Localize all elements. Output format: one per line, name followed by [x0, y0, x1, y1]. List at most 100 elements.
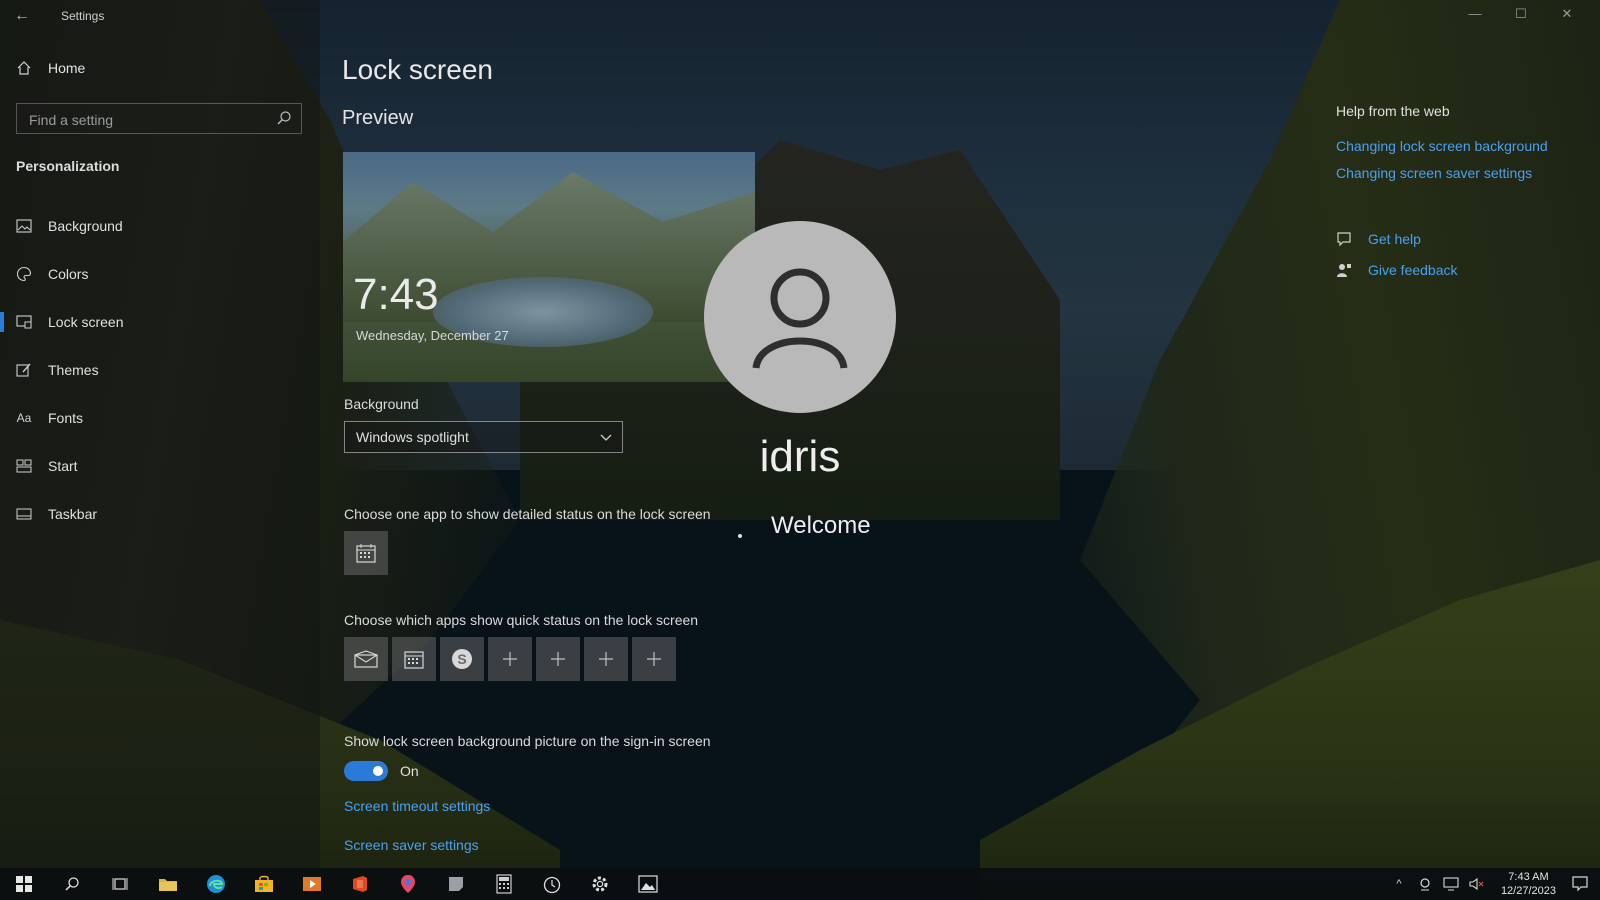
sidebar-item-lock-screen[interactable]: Lock screen: [0, 298, 320, 346]
sidebar-item-taskbar[interactable]: Taskbar: [0, 490, 320, 538]
folder-icon: [159, 879, 177, 891]
settings-app-button[interactable]: [576, 868, 624, 900]
image-icon: [16, 218, 32, 234]
plus-icon: [599, 652, 613, 666]
get-help-link[interactable]: Get help: [1368, 231, 1421, 247]
home-nav-item[interactable]: Home: [16, 60, 85, 76]
sidebar-item-label: Colors: [48, 266, 89, 282]
system-tray: ^ 7:43 AM 12/27/2023: [1391, 868, 1600, 900]
screen-timeout-link[interactable]: Screen timeout settings: [344, 798, 490, 814]
chevron-up-icon[interactable]: ^: [1391, 876, 1407, 892]
store-button[interactable]: [240, 868, 288, 900]
search-icon: [65, 877, 79, 891]
plus-icon: [647, 652, 661, 666]
office-button[interactable]: [336, 868, 384, 900]
media-app-button[interactable]: [288, 868, 336, 900]
home-icon: [17, 61, 31, 75]
font-icon: Aa: [16, 411, 32, 425]
alarms-clock-button[interactable]: [528, 868, 576, 900]
edge-button[interactable]: [192, 868, 240, 900]
calculator-button[interactable]: [480, 868, 528, 900]
chevron-down-icon: [600, 434, 612, 441]
help-link-lock-background[interactable]: Changing lock screen background: [1336, 138, 1548, 154]
sidebar-item-background[interactable]: Background: [0, 202, 320, 250]
clock-time: 7:43 AM: [1508, 871, 1549, 883]
close-button[interactable]: ✕: [1556, 6, 1578, 22]
quick-status-add-button[interactable]: [584, 637, 628, 681]
give-feedback-item[interactable]: Give feedback: [1336, 262, 1458, 278]
task-view-button[interactable]: [96, 868, 144, 900]
taskbar-clock[interactable]: 7:43 AM 12/27/2023: [1501, 870, 1556, 898]
quick-status-add-button[interactable]: [488, 637, 532, 681]
get-help-item[interactable]: Get help: [1336, 231, 1421, 247]
maximize-button[interactable]: ☐: [1510, 6, 1532, 22]
volume-muted-icon[interactable]: [1469, 876, 1485, 892]
mail-icon: [354, 650, 378, 668]
alarm-clock-icon: [543, 876, 561, 894]
sidebar-item-start[interactable]: Start: [0, 442, 320, 490]
store-bag-icon: [255, 875, 273, 892]
palette-icon: [16, 266, 32, 282]
screen-saver-link[interactable]: Screen saver settings: [344, 837, 479, 853]
user-icon: [752, 268, 848, 369]
user-avatar: [704, 221, 896, 413]
start-button[interactable]: [0, 868, 48, 900]
quick-status-add-button[interactable]: [632, 637, 676, 681]
username: idris: [759, 432, 841, 481]
feedback-icon: [1337, 264, 1351, 277]
quick-status-skype-button[interactable]: S: [440, 637, 484, 681]
sidebar-item-colors[interactable]: Colors: [0, 250, 320, 298]
windows-logo-icon: [16, 876, 32, 892]
preview-time: 7:43: [353, 270, 439, 319]
welcome-message: Welcome: [771, 512, 871, 539]
quick-status-add-button[interactable]: [536, 637, 580, 681]
window-title: Settings: [61, 9, 105, 23]
media-player-icon: [303, 877, 321, 891]
photos-button[interactable]: [624, 868, 672, 900]
start-icon: [16, 458, 32, 474]
file-explorer-button[interactable]: [144, 868, 192, 900]
search-button[interactable]: [48, 868, 96, 900]
sidebar-item-label: Lock screen: [48, 314, 124, 330]
network-icon[interactable]: [1443, 876, 1459, 892]
webcam-icon[interactable]: [1417, 876, 1433, 892]
detailed-status-label: Choose one app to show detailed status o…: [344, 506, 711, 522]
signin-background-toggle[interactable]: [344, 761, 388, 781]
search-icon[interactable]: [276, 110, 292, 126]
detailed-status-app-button[interactable]: [344, 531, 388, 575]
office-icon: [353, 876, 367, 892]
skype-icon: S: [452, 649, 472, 669]
title-bar: ← Settings — ☐ ✕: [0, 0, 1600, 32]
calendar-icon: [356, 544, 376, 563]
notification-center-icon[interactable]: [1572, 876, 1588, 892]
minimize-button[interactable]: —: [1464, 6, 1486, 22]
task-view-icon: [112, 878, 128, 890]
home-label: Home: [48, 60, 86, 76]
back-arrow-icon[interactable]: ←: [14, 6, 34, 26]
taskbar-pinned: [0, 868, 672, 900]
map-pin-icon: [401, 875, 415, 893]
lock-screen-preview: [343, 152, 755, 382]
page-title: Lock screen: [342, 54, 493, 85]
toggle-knob: [373, 766, 383, 776]
sidebar-item-label: Background: [48, 218, 123, 234]
help-link-screen-saver[interactable]: Changing screen saver settings: [1336, 165, 1532, 181]
taskbar: ^ 7:43 AM 12/27/2023: [0, 868, 1600, 900]
background-dropdown[interactable]: Windows spotlight: [344, 421, 623, 453]
gear-icon: [592, 876, 608, 892]
help-heading: Help from the web: [1336, 103, 1450, 119]
svg-text:S: S: [457, 651, 466, 667]
sticky-notes-button[interactable]: [432, 868, 480, 900]
lock-screen-icon: [16, 314, 32, 330]
give-feedback-link[interactable]: Give feedback: [1368, 262, 1458, 278]
search-box[interactable]: [16, 103, 302, 134]
quick-status-calendar-button[interactable]: [392, 637, 436, 681]
quick-status-mail-button[interactable]: [344, 637, 388, 681]
photos-icon: [638, 875, 658, 893]
maps-button[interactable]: [384, 868, 432, 900]
sidebar-item-themes[interactable]: Themes: [0, 346, 320, 394]
notes-icon: [449, 877, 463, 891]
search-input[interactable]: [27, 110, 271, 130]
sidebar-item-fonts[interactable]: Aa Fonts: [0, 394, 320, 442]
quick-status-label: Choose which apps show quick status on t…: [344, 612, 699, 628]
